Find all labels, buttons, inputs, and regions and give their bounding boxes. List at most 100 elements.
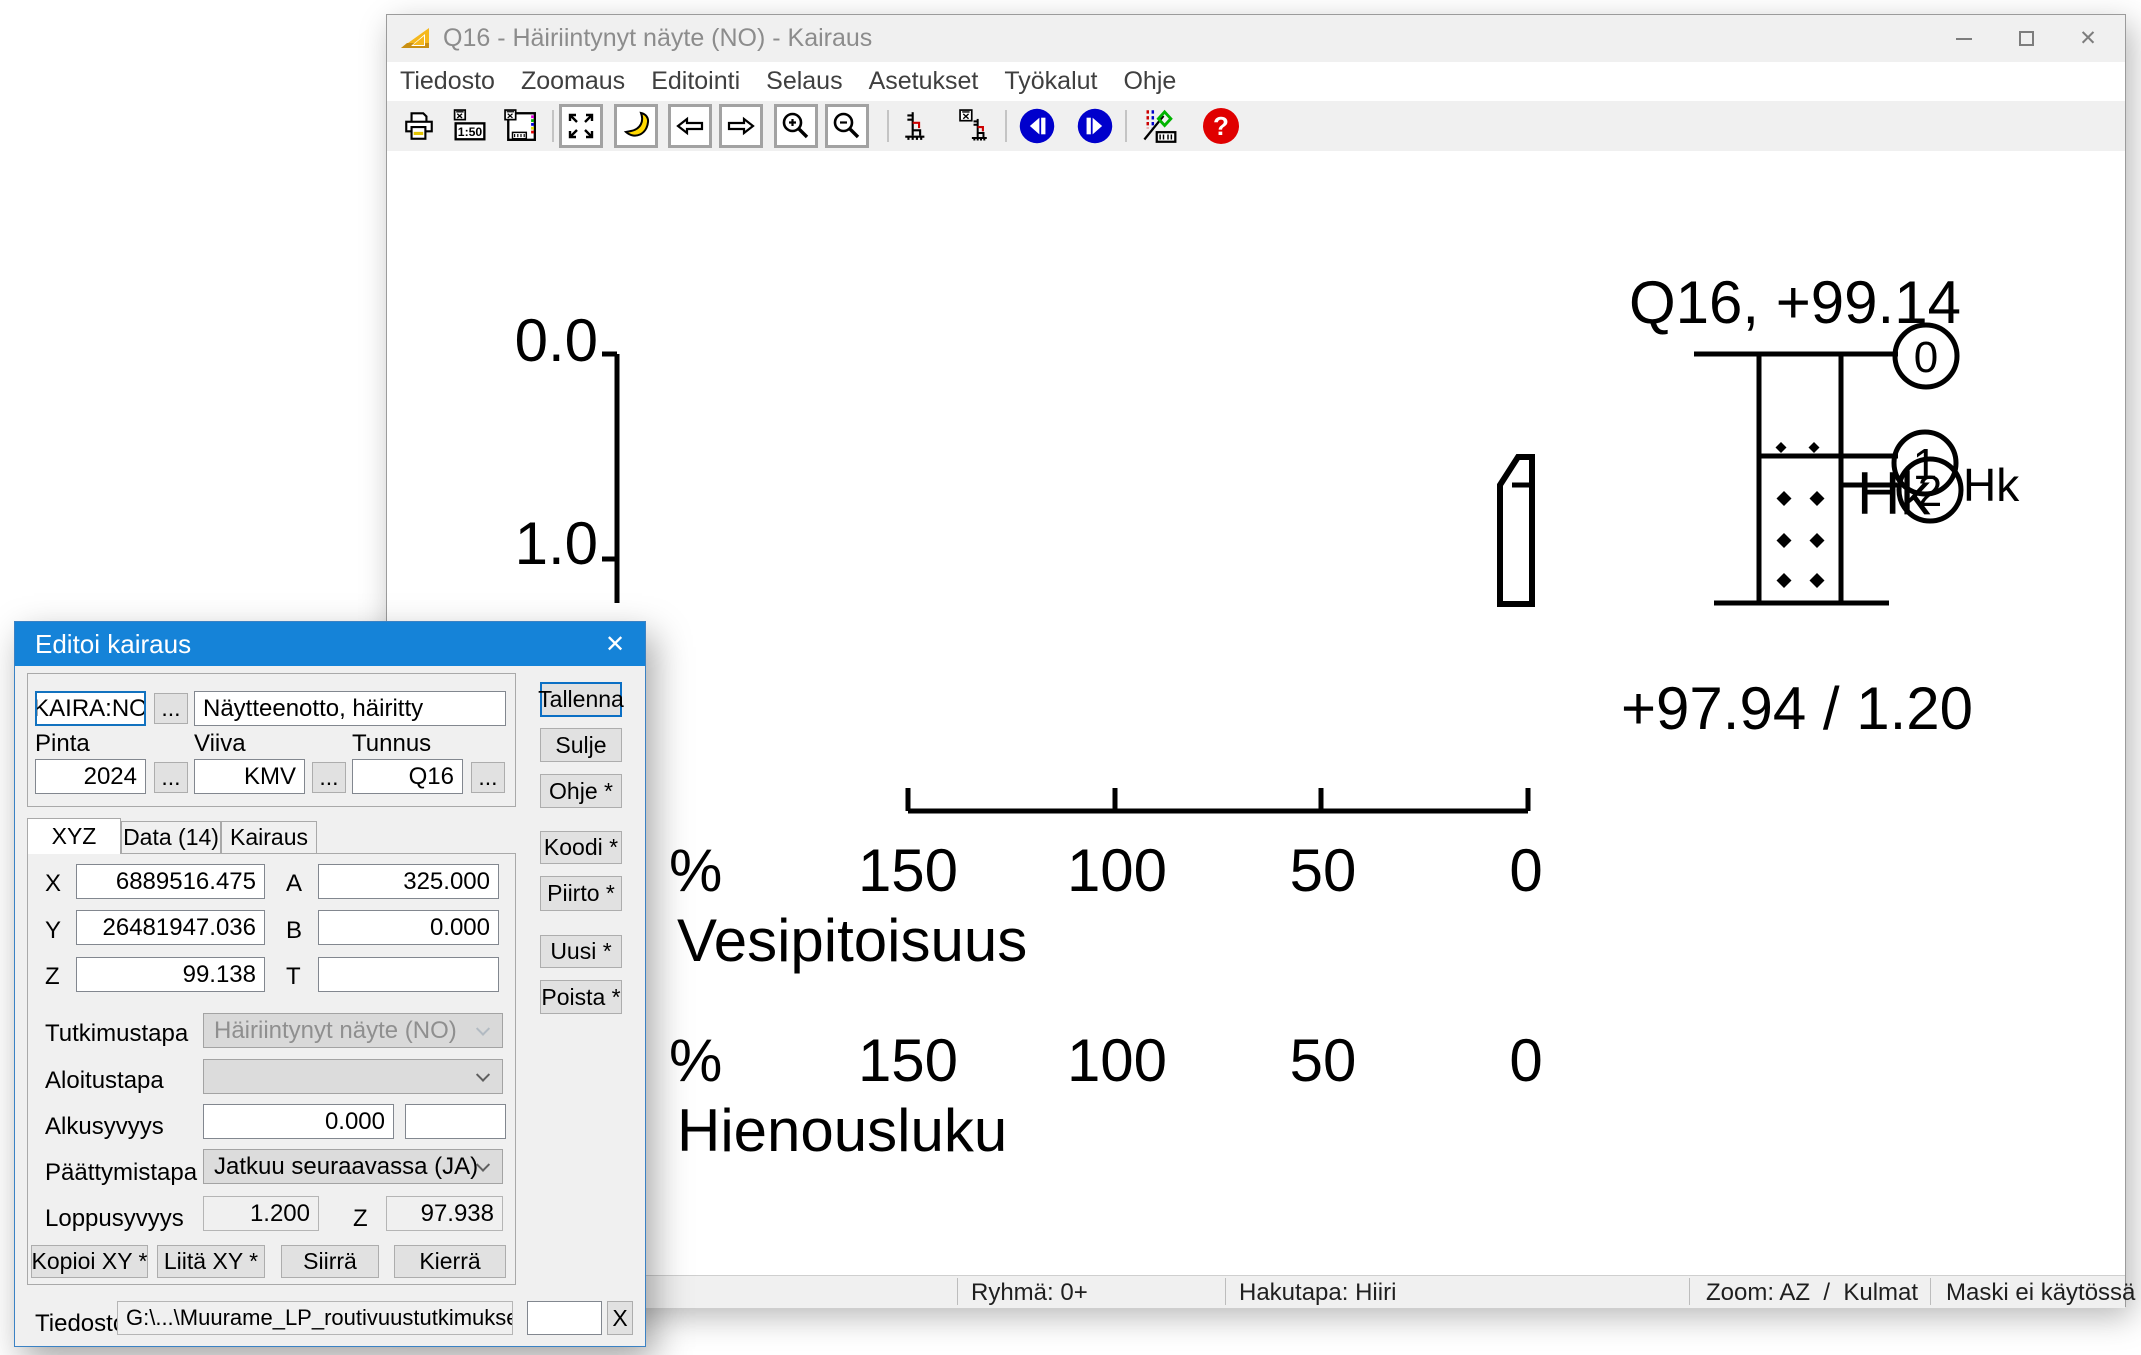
kopioi-xy-button[interactable]: Kopioi XY *: [31, 1245, 148, 1278]
alkusyvyys-field[interactable]: 0.000: [203, 1104, 394, 1139]
tick-label: 50: [1290, 1027, 1357, 1094]
minimize-button[interactable]: [1933, 15, 1995, 62]
tallenna-button[interactable]: Tallenna: [540, 682, 622, 717]
unit-label: %: [669, 1027, 722, 1094]
tick-label: 50: [1290, 837, 1357, 904]
printer-icon: [402, 109, 436, 143]
zoom-previous-button[interactable]: [614, 104, 658, 148]
depth-label-top: 0.0: [515, 307, 598, 374]
menu-editointi[interactable]: Editointi: [638, 62, 753, 101]
z-field[interactable]: 99.138: [76, 957, 265, 992]
status-mask: Maski ei käytössä: [1946, 1279, 2135, 1307]
next-circle-icon: [1076, 107, 1114, 145]
y-field[interactable]: 26481947.036: [76, 910, 265, 945]
b-field[interactable]: 0.000: [318, 910, 499, 945]
menu-ohje[interactable]: Ohje: [1110, 62, 1189, 101]
pan-left-button[interactable]: [668, 104, 712, 148]
previous-object-button[interactable]: [1016, 105, 1058, 147]
zoom-out-icon: [831, 110, 863, 142]
tutkimustapa-value: Häiriintynyt näyte (NO): [214, 1017, 457, 1045]
viiva-field[interactable]: KMV: [194, 759, 305, 794]
tab-kairaus[interactable]: Kairaus: [221, 821, 317, 854]
pinta-field[interactable]: 2024: [35, 759, 146, 794]
status-group: Ryhmä: 0+: [971, 1279, 1088, 1307]
menu-selaus[interactable]: Selaus: [753, 62, 855, 101]
caption-buttons: ✕: [1933, 15, 2119, 62]
sulje-button[interactable]: Sulje: [540, 728, 622, 762]
page-setup-button[interactable]: [500, 105, 542, 147]
tab-xyz[interactable]: XYZ: [27, 818, 121, 854]
status-search: Hakutapa: Hiiri: [1239, 1279, 1396, 1307]
viiva-label: Viiva: [194, 730, 246, 758]
tick-label: 0: [1509, 837, 1542, 904]
survey-type-browse-button[interactable]: ...: [154, 693, 188, 724]
x-field[interactable]: 6889516.475: [76, 864, 265, 899]
next-object-button[interactable]: [1074, 105, 1116, 147]
loppusyvyys-z-label: Z: [353, 1205, 368, 1233]
aloitustapa-dropdown[interactable]: [203, 1059, 503, 1094]
help-button[interactable]: ?: [1200, 105, 1242, 147]
paattymistapa-dropdown[interactable]: Jatkuu seuraavassa (JA): [203, 1149, 503, 1184]
tiedosto-clear-button[interactable]: X: [607, 1301, 633, 1335]
previous-circle-icon: [1018, 107, 1056, 145]
pan-right-button[interactable]: [719, 104, 763, 148]
survey-type-field[interactable]: KAIRA:NO: [35, 691, 146, 726]
arrow-left-icon: [674, 110, 706, 142]
kierra-button[interactable]: Kierrä: [394, 1245, 506, 1278]
zoom-in-button[interactable]: [774, 104, 818, 148]
status-separator: [957, 1278, 958, 1305]
uusi-button[interactable]: Uusi *: [540, 935, 622, 968]
diagram-settings-icon: [1141, 108, 1177, 144]
alkusyvyys-label: Alkusyvyys: [45, 1113, 164, 1141]
screen: Q16 - Häiriintynyt näyte (NO) - Kairaus …: [0, 0, 2141, 1355]
toolbar: 1:50: [387, 101, 2125, 151]
dialog-titlebar[interactable]: Editoi kairaus ✕: [15, 622, 645, 666]
window-titlebar[interactable]: Q16 - Häiriintynyt näyte (NO) - Kairaus …: [387, 15, 2125, 62]
close-button[interactable]: ✕: [2057, 15, 2119, 62]
scale-row-hienousluku: % 150 100 50 0 Hienousluku: [669, 1027, 1543, 1164]
tunnus-field[interactable]: Q16: [352, 759, 463, 794]
minimize-icon: [1956, 38, 1972, 40]
tunnus-browse-button[interactable]: ...: [471, 762, 505, 793]
zoom-in-icon: [780, 110, 812, 142]
drawing-canvas[interactable]: 0.0 1.0 Q16, +99.14: [387, 151, 2125, 1275]
menu-tiedosto[interactable]: Tiedosto: [387, 62, 508, 101]
diagram-settings-button[interactable]: [1138, 105, 1180, 147]
print-button[interactable]: [398, 105, 440, 147]
menu-zoomaus[interactable]: Zoomaus: [508, 62, 638, 101]
a-label: A: [286, 870, 302, 898]
scale-row-title: Hienousluku: [677, 1097, 1007, 1164]
poista-button[interactable]: Poista *: [540, 980, 622, 1014]
t-field[interactable]: [318, 957, 499, 992]
scale-button[interactable]: 1:50: [449, 105, 491, 147]
menu-tyokalut[interactable]: Työkalut: [991, 62, 1110, 101]
unit-label: %: [669, 837, 722, 904]
ohje-button[interactable]: Ohje *: [540, 774, 622, 808]
dialog-close-icon: ✕: [605, 630, 625, 659]
close-icon: ✕: [2079, 26, 2097, 51]
drill-profile-button[interactable]: [897, 105, 939, 147]
menu-asetukset[interactable]: Asetukset: [856, 62, 992, 101]
dialog-close-button[interactable]: ✕: [585, 622, 645, 666]
tiedosto-extra-field[interactable]: [527, 1301, 602, 1335]
pinta-label: Pinta: [35, 730, 90, 758]
piirto-button[interactable]: Piirto *: [540, 876, 622, 911]
paattymistapa-label: Päättymistapa: [45, 1159, 197, 1187]
a-field[interactable]: 325.000: [318, 864, 499, 899]
y-label: Y: [45, 917, 61, 945]
maximize-button[interactable]: [1995, 15, 2057, 62]
pinta-browse-button[interactable]: ...: [154, 762, 188, 793]
borehole-title: Q16, +99.14: [1629, 269, 1961, 336]
alkusyvyys-extra-field[interactable]: [405, 1104, 506, 1139]
depth-label-bottom: 1.0: [515, 510, 598, 577]
zoom-out-button[interactable]: [825, 104, 869, 148]
window-title: Q16 - Häiriintynyt näyte (NO) - Kairaus: [443, 15, 872, 62]
viiva-browse-button[interactable]: ...: [312, 762, 346, 793]
zoom-extents-button[interactable]: [559, 104, 603, 148]
tab-data[interactable]: Data (14): [121, 821, 221, 854]
koodi-button[interactable]: Koodi *: [540, 831, 622, 864]
drill-profile-select-button[interactable]: [955, 105, 997, 147]
status-bar: Ryhmä: 0+ Hakutapa: Hiiri Zoom: AZ / Kul…: [387, 1275, 2125, 1308]
liita-xy-button[interactable]: Liitä XY *: [157, 1245, 265, 1278]
siirra-button[interactable]: Siirrä: [281, 1245, 379, 1278]
